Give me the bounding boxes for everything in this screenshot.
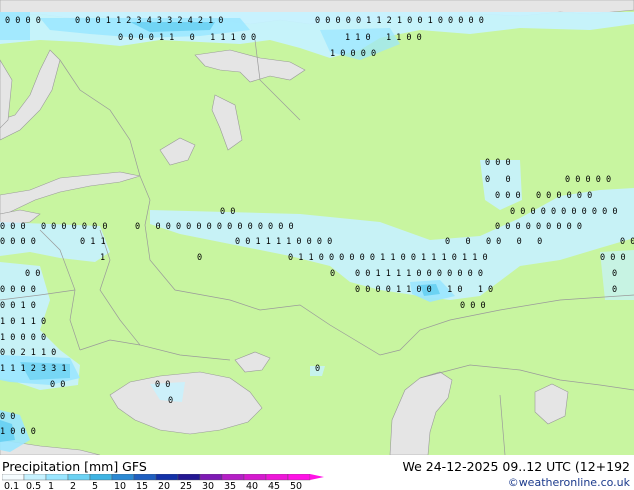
colorbar-tick-label: 45 bbox=[268, 481, 280, 490]
map-footer: Precipitation [mm] GFS We 24-12-2025 09.… bbox=[0, 455, 634, 490]
colorbar-arrow bbox=[310, 474, 324, 480]
colorbar-tick-label: 20 bbox=[158, 481, 170, 490]
colorbar-swatch bbox=[89, 474, 113, 481]
colorbar-swatch bbox=[45, 474, 69, 481]
precipitation-map: 0 0 0 1 1 2 3 4 3 3 2 4 2 1 0 0 0 0 0 0 1… bbox=[0, 0, 634, 455]
colorbar-tick-label: 10 bbox=[114, 481, 126, 490]
value-label: 0 bbox=[612, 269, 617, 279]
value-label: 0 0 bbox=[485, 175, 511, 185]
value-label: 0 bbox=[168, 396, 173, 406]
colorbar-swatch bbox=[133, 474, 157, 481]
colorbar-tick-label: 2 bbox=[70, 481, 76, 490]
colorbar-swatch bbox=[243, 474, 267, 481]
value-label: 0 0 0 0 0 bbox=[565, 175, 611, 185]
colorbar-tick-label: 0.5 bbox=[26, 481, 41, 490]
colorbar-swatch bbox=[287, 474, 311, 481]
colorbar: 0.1 0.5 1 2 5 10 15 20 25 30 35 40 45 50 bbox=[2, 474, 324, 490]
colorbar-tick-label: 35 bbox=[224, 481, 236, 490]
value-label: 1 1 1 2 3 3 1 bbox=[0, 364, 67, 374]
value-label: 0 0 1 0 bbox=[0, 301, 36, 311]
value-label: 1 0 1 1 0 bbox=[0, 317, 46, 327]
value-label: 0 bbox=[315, 364, 320, 374]
colorbar-tick-label: 0.1 bbox=[4, 481, 19, 490]
value-label: 0 0 0 0 0 0 0 0 0 0 bbox=[0, 222, 107, 232]
value-label: 1 bbox=[100, 253, 105, 263]
valid-time: We 24-12-2025 09..12 UTC (12+192 bbox=[402, 459, 630, 474]
value-label: 0 bbox=[330, 269, 335, 279]
site-credit: ©weatheronline.co.uk bbox=[507, 476, 630, 489]
colorbar-swatch bbox=[111, 474, 135, 481]
value-label: 1 0 0 0 0 bbox=[0, 333, 46, 343]
colorbar-swatch bbox=[2, 474, 25, 481]
map-canvas: 0 0 0 1 1 2 3 4 3 3 2 4 2 1 0 0 0 0 0 0 1… bbox=[0, 0, 634, 455]
colorbar-swatch bbox=[23, 474, 47, 481]
value-label: 0 0 bbox=[620, 237, 634, 247]
colorbar-tick-label: 15 bbox=[136, 481, 148, 490]
value-label: 0 0 0 0 0 0 0 0 0 bbox=[495, 222, 582, 232]
colorbar-tick-label: 40 bbox=[246, 481, 258, 490]
value-label: 0 1 1 0 0 0 0 0 0 1 1 0 0 1 1 1 0 1 1 0 bbox=[288, 253, 488, 263]
colorbar-tick-label: 1 bbox=[48, 481, 54, 490]
value-label: 0 1 1 bbox=[80, 237, 106, 247]
colorbar-tick-label: 25 bbox=[180, 481, 192, 490]
value-label: 0 0 bbox=[155, 380, 170, 390]
value-label: 0 0 0 0 0 1 1 2 1 0 0 1 0 0 0 0 0 bbox=[315, 16, 484, 26]
value-label: 0 bbox=[197, 253, 202, 263]
value-label: 1 0 0 0 bbox=[0, 427, 36, 437]
value-label: 0 0 0 bbox=[485, 158, 511, 168]
value-label: 0 0 bbox=[0, 412, 15, 422]
colorbar-tick-label: 30 bbox=[202, 481, 214, 490]
colorbar-swatch bbox=[221, 474, 245, 481]
colorbar-swatch bbox=[67, 474, 91, 481]
value-label: 0 0 1 1 1 1 0 0 0 0 bbox=[235, 237, 332, 247]
value-label: 0 0 0 0 1 1 0 1 1 1 0 0 bbox=[118, 33, 256, 43]
value-label: 0 0 0 0 1 1 0 0 1 0 1 0 bbox=[355, 285, 493, 295]
value-label: 0 0 0 1 1 2 3 4 3 3 2 4 2 1 0 bbox=[75, 16, 223, 26]
colorbar-swatch bbox=[265, 474, 289, 481]
value-label: 0 0 1 1 1 1 0 0 0 0 0 0 0 bbox=[355, 269, 483, 279]
value-label: 0 0 0 0 bbox=[0, 237, 36, 247]
colorbar-swatch bbox=[177, 474, 201, 481]
colorbar-swatch bbox=[155, 474, 179, 481]
value-label: 0 0 0 0 0 0 0 0 0 0 0 bbox=[510, 207, 617, 217]
value-label: 1 1 0 1 1 0 0 bbox=[345, 33, 422, 43]
value-label: 0 0 0 0 0 0 bbox=[445, 237, 542, 247]
value-label: 0 bbox=[612, 285, 617, 295]
value-label: 0 0 0 0 bbox=[5, 16, 41, 26]
value-label: 0 0 0 bbox=[460, 301, 486, 311]
colorbar-swatch bbox=[199, 474, 223, 481]
value-label: 0 0 bbox=[25, 269, 40, 279]
value-label: 0 0 bbox=[220, 207, 235, 217]
value-label: 0 0 0 0 0 0 0 0 0 bbox=[495, 191, 592, 201]
colorbar-tick-label: 5 bbox=[92, 481, 98, 490]
colorbar-tick-label: 50 bbox=[290, 481, 302, 490]
value-label: 1 0 0 0 0 bbox=[330, 49, 376, 59]
value-label: 0 0 2 1 1 0 bbox=[0, 348, 56, 358]
value-label: 0 0 0 0 bbox=[0, 285, 36, 295]
value-label: 0 0 bbox=[50, 380, 65, 390]
value-label: 0 0 0 0 0 0 0 0 0 0 0 0 0 0 0 bbox=[135, 222, 294, 232]
value-label: 0 0 0 bbox=[600, 253, 626, 263]
map-title: Precipitation [mm] GFS bbox=[2, 459, 147, 474]
